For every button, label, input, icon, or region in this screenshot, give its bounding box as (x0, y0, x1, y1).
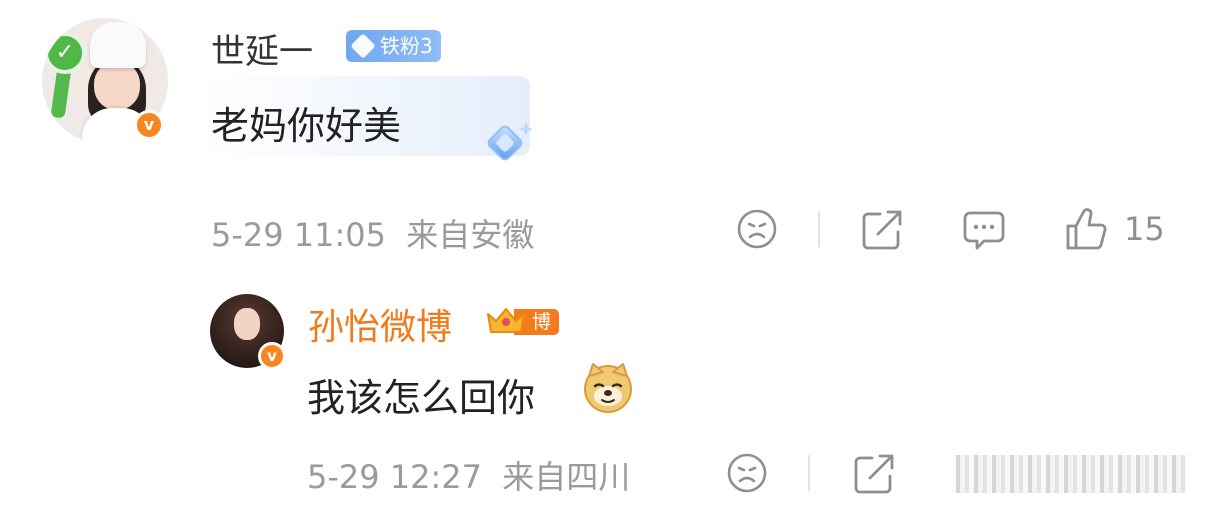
reply-text: 我该怎么回你 (307, 376, 536, 420)
gem-icon (487, 122, 532, 161)
action-divider (818, 211, 820, 247)
comment-time: 5-29 11:05 (211, 216, 387, 254)
verified-icon: v (134, 110, 164, 140)
reply-location: 来自四川 (502, 458, 631, 496)
reply-time: 5-29 12:27 (307, 458, 483, 496)
reply-username[interactable]: 孙怡微博 (308, 298, 452, 350)
avatar-face (94, 62, 140, 110)
action-divider (808, 455, 810, 491)
pixelated-actions (956, 455, 1186, 493)
doge-icon (584, 363, 632, 413)
comment-icon[interactable] (962, 208, 1006, 252)
avatar-face (234, 308, 260, 340)
dislike-icon[interactable] (736, 208, 778, 250)
check-icon: ✓ (44, 32, 86, 74)
comment-meta: 5-29 11:05 来自安徽 (211, 210, 534, 256)
comment-text: 老妈你好美 (211, 104, 402, 148)
like-icon[interactable] (1064, 206, 1108, 252)
comment-location: 来自安徽 (406, 216, 535, 254)
crown-icon (487, 308, 525, 333)
username[interactable]: 世延一 (211, 24, 313, 73)
share-icon[interactable] (860, 208, 904, 252)
chef-hat (90, 22, 146, 68)
fan-badge-label: 铁粉3 (380, 34, 433, 58)
share-icon[interactable] (852, 452, 896, 496)
verified-icon: v (258, 342, 286, 370)
dislike-icon[interactable] (726, 452, 768, 494)
reply-meta: 5-29 12:27 来自四川 (307, 452, 630, 498)
diamond-icon (350, 33, 376, 59)
like-count: 15 (1124, 210, 1165, 248)
fan-badge[interactable]: 铁粉3 (346, 30, 441, 62)
